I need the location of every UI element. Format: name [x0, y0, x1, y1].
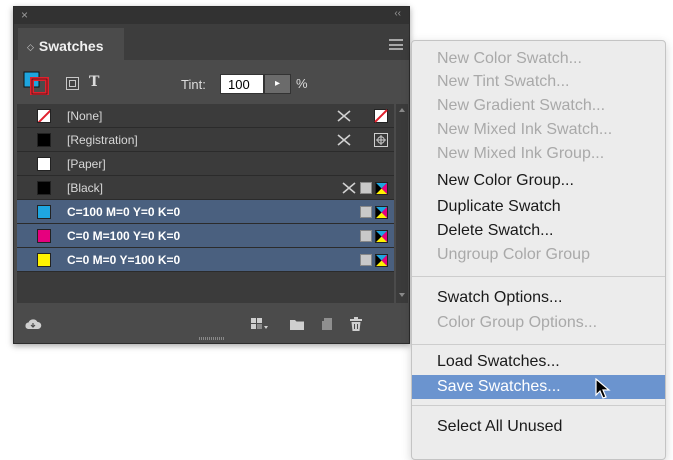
menu-item-load-swatches[interactable]: Load Swatches...	[412, 350, 665, 374]
swatch-name: C=0 M=100 Y=0 K=0	[67, 229, 181, 243]
swatches-panel: × ‹‹ ◇ Swatches T Tint: 100 ▸ % [None] […	[13, 6, 410, 344]
hamburger-line	[389, 39, 403, 41]
cyan-swatch-chip	[37, 205, 51, 219]
yellow-swatch-chip	[37, 253, 51, 267]
paper-swatch-chip	[37, 157, 51, 171]
menu-item-new-mixed-ink-group: New Mixed Ink Group...	[437, 145, 605, 162]
menu-item-new-mixed-ink-swatch: New Mixed Ink Swatch...	[437, 121, 613, 138]
menu-item-swatch-options[interactable]: Swatch Options...	[412, 286, 665, 310]
process-color-icon	[360, 182, 372, 194]
new-color-group-icon[interactable]	[289, 317, 305, 331]
panel-resize-grip[interactable]	[199, 337, 225, 340]
swatch-row-registration[interactable]: [Registration]	[17, 128, 394, 152]
menu-item-new-tint-swatch: New Tint Swatch...	[437, 73, 570, 90]
cmyk-mode-icon	[375, 181, 388, 195]
swatch-row-none[interactable]: [None]	[17, 104, 394, 128]
new-swatch-icon[interactable]	[320, 317, 334, 331]
row-icons	[336, 132, 388, 148]
show-swatch-kinds-icon[interactable]	[250, 317, 270, 331]
swatch-controls: T Tint: 100 ▸ %	[14, 62, 409, 104]
close-panel-button[interactable]: ×	[21, 8, 28, 22]
row-icons	[360, 204, 388, 220]
mouse-cursor-icon	[595, 378, 611, 399]
scroll-down-arrow[interactable]	[399, 293, 405, 297]
swatch-row-paper[interactable]: [Paper]	[17, 152, 394, 176]
menu-item-new-gradient-swatch: New Gradient Swatch...	[437, 97, 606, 114]
hamburger-line	[389, 43, 403, 46]
registration-swatch-chip	[37, 133, 51, 147]
cmyk-mode-icon	[375, 253, 388, 267]
black-swatch-chip	[37, 181, 51, 195]
menu-separator	[412, 276, 665, 277]
tint-percent-label: %	[296, 76, 308, 91]
row-icons	[341, 180, 388, 196]
menu-item-duplicate-swatch[interactable]: Duplicate Swatch	[412, 195, 665, 219]
menu-item-color-group-options: Color Group Options...	[437, 314, 598, 331]
formatting-container-button[interactable]	[66, 77, 79, 90]
none-swatch-chip	[37, 109, 51, 123]
swatch-name: [Black]	[67, 181, 104, 195]
cmyk-mode-icon	[375, 205, 388, 219]
row-icons	[336, 108, 388, 124]
menu-separator	[412, 344, 665, 345]
panel-bottom-bar	[14, 307, 409, 343]
hamburger-line	[389, 48, 403, 50]
delete-swatch-icon[interactable]	[349, 317, 363, 332]
swatches-flyout-menu: New Color Swatch... New Tint Swatch... N…	[411, 40, 666, 460]
menu-item-ungroup-color-group: Ungroup Color Group	[437, 246, 590, 263]
swatch-name: [None]	[67, 109, 103, 123]
swatch-name: C=100 M=0 Y=0 K=0	[67, 205, 181, 219]
tint-input[interactable]: 100	[220, 74, 264, 94]
process-color-icon	[360, 230, 372, 242]
none-color-icon	[374, 109, 388, 123]
collapse-panel-button[interactable]: ‹‹	[394, 8, 401, 19]
swatch-list: [None] [Registration] [Paper] [Black] C=…	[17, 104, 394, 303]
non-editable-icon	[342, 182, 356, 194]
menu-separator	[412, 405, 665, 406]
swatch-row-cyan[interactable]: C=100 M=0 Y=0 K=0	[17, 200, 394, 224]
row-icons	[360, 252, 388, 268]
cloud-icon[interactable]	[24, 317, 42, 331]
panel-menu-button[interactable]	[389, 39, 403, 50]
swatch-list-scrollbar[interactable]	[396, 104, 408, 303]
menu-item-save-swatches[interactable]: Save Swatches...	[412, 375, 665, 399]
tab-expand-icon: ◇	[27, 42, 34, 52]
swatch-name: [Registration]	[67, 133, 138, 147]
tab-label: Swatches	[38, 38, 104, 54]
swatch-row-black[interactable]: [Black]	[17, 176, 394, 200]
tint-label: Tint:	[181, 77, 206, 92]
panel-title-strip: × ‹‹	[14, 7, 409, 24]
row-icons	[360, 228, 388, 244]
menu-item-delete-swatch[interactable]: Delete Swatch...	[412, 219, 665, 243]
menu-item-new-color-swatch: New Color Swatch...	[437, 50, 582, 67]
swatch-row-yellow[interactable]: C=0 M=0 Y=100 K=0	[17, 248, 394, 272]
swatch-name: C=0 M=0 Y=100 K=0	[67, 253, 181, 267]
panel-tab-row: ◇ Swatches	[14, 24, 409, 60]
menu-item-new-color-group[interactable]: New Color Group...	[412, 169, 665, 193]
menu-item-select-all-unused[interactable]: Select All Unused	[412, 415, 665, 439]
process-color-icon	[360, 206, 372, 218]
non-editable-icon	[337, 110, 351, 122]
cmyk-mode-icon	[375, 229, 388, 243]
tab-swatches[interactable]: ◇ Swatches	[18, 28, 124, 60]
magenta-swatch-chip	[37, 229, 51, 243]
scroll-up-arrow[interactable]	[399, 108, 405, 112]
formatting-text-button[interactable]: T	[89, 74, 99, 90]
process-color-icon	[360, 254, 372, 266]
fill-stroke-icon[interactable]	[23, 71, 49, 95]
swatch-row-magenta[interactable]: C=0 M=100 Y=0 K=0	[17, 224, 394, 248]
registration-mark-icon	[374, 133, 388, 147]
swatch-name: [Paper]	[67, 157, 106, 171]
non-editable-icon	[337, 134, 351, 146]
tint-slider-button[interactable]: ▸	[264, 74, 291, 94]
